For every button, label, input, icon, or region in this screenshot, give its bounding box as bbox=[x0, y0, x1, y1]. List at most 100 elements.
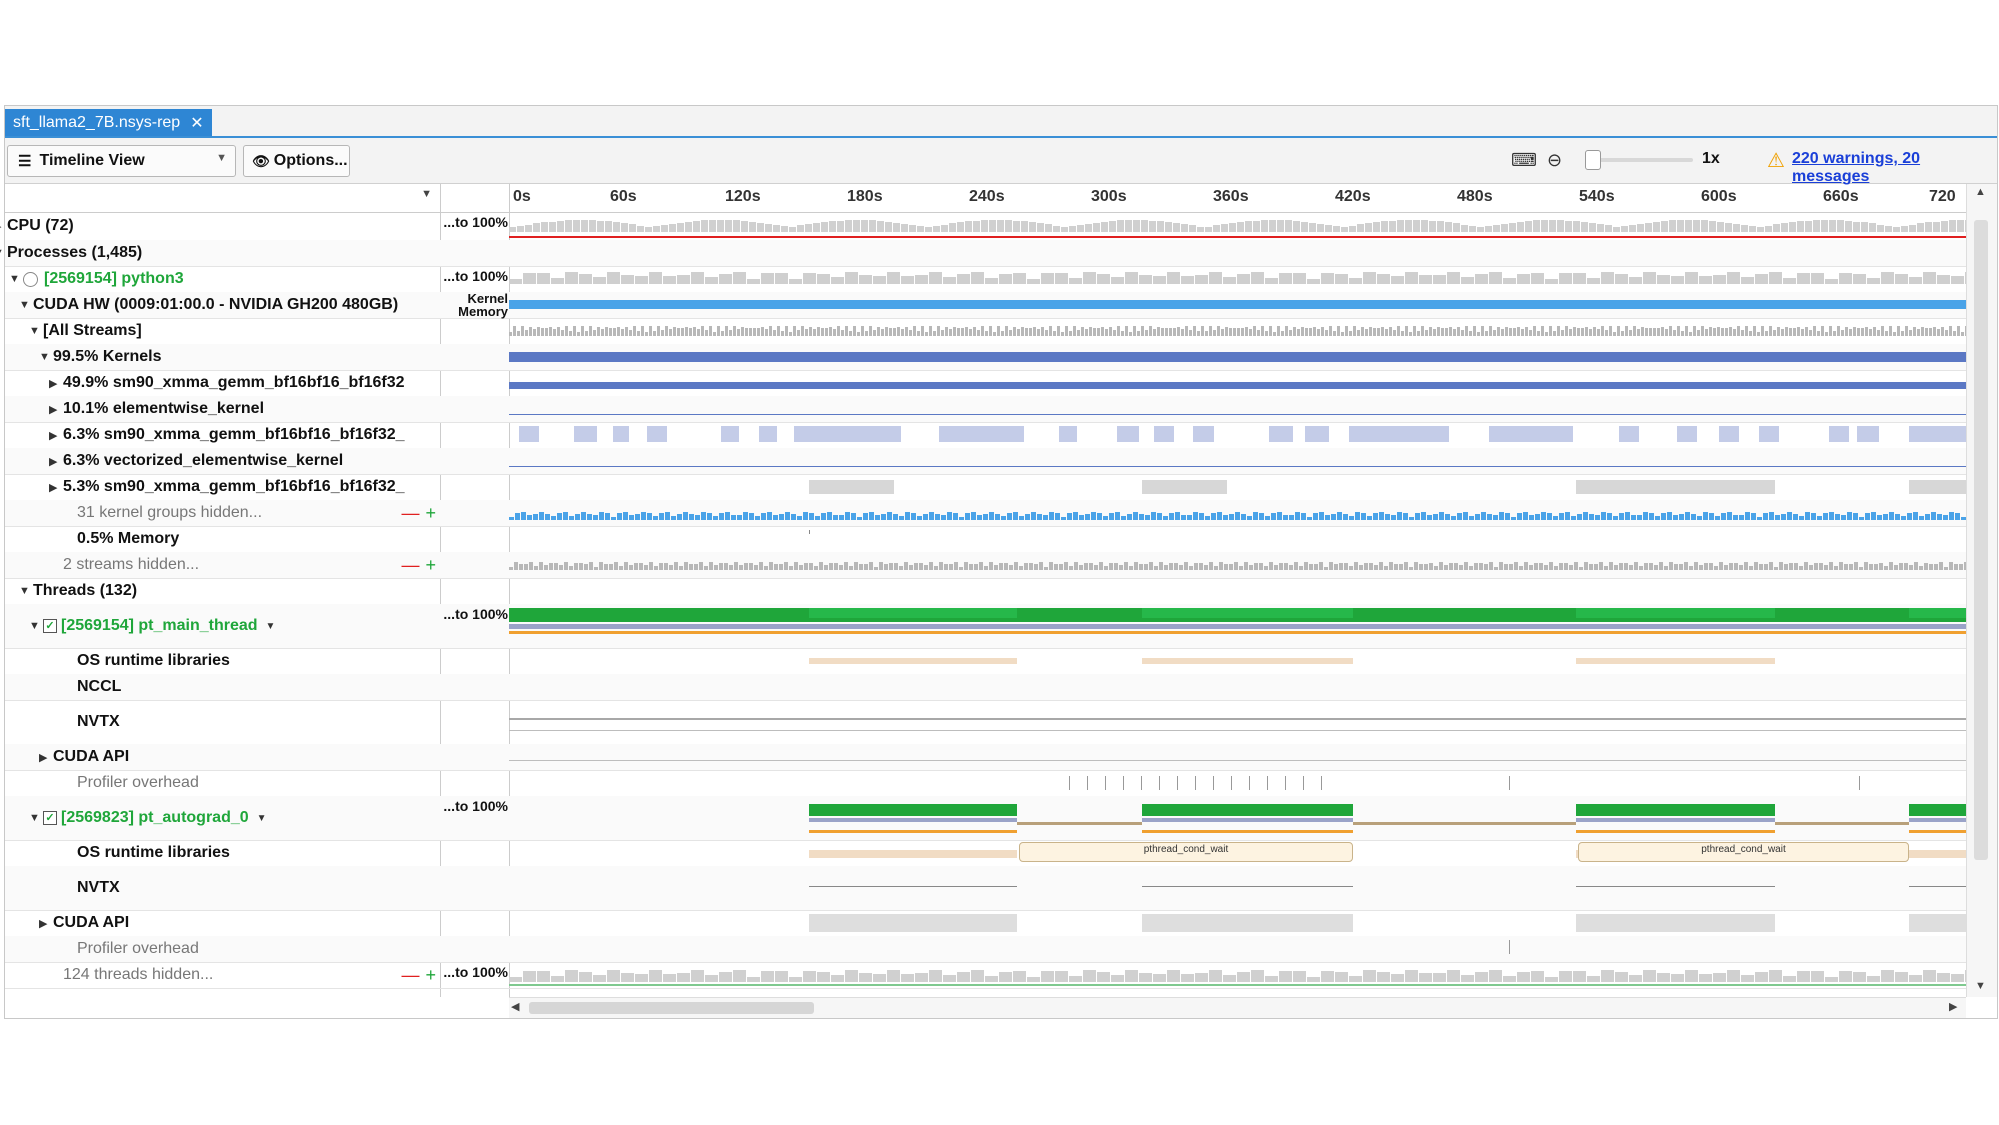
timeline-row[interactable]: NVTX bbox=[5, 866, 1966, 911]
scroll-down-icon[interactable]: ▼ bbox=[1975, 980, 1986, 992]
row-track[interactable]: pthread_cond_wait pthread_cond_wait bbox=[509, 840, 1966, 866]
chevron-down-icon[interactable]: ▼ bbox=[266, 621, 276, 632]
scrollbar-thumb[interactable] bbox=[529, 1002, 814, 1014]
row-track[interactable] bbox=[509, 474, 1966, 500]
timeline-row[interactable]: ▶CPU (72)...to 100% bbox=[0, 212, 1966, 241]
expand-icon[interactable]: ▶ bbox=[49, 474, 57, 500]
pthread-cond-wait-range[interactable]: pthread_cond_wait bbox=[1019, 842, 1353, 862]
chevron-down-icon[interactable]: ▼ bbox=[421, 188, 432, 200]
close-icon[interactable]: ✕ bbox=[190, 113, 203, 133]
row-track[interactable] bbox=[509, 396, 1966, 422]
timeline-row[interactable]: ▶ CUDA API bbox=[5, 744, 1966, 771]
keyboard-icon[interactable]: ⌨ bbox=[1511, 150, 1537, 171]
horizontal-scrollbar[interactable]: ◀ ▶ bbox=[509, 997, 1966, 1018]
row-track[interactable] bbox=[509, 266, 1966, 292]
row-track[interactable] bbox=[509, 344, 1966, 370]
row-track[interactable] bbox=[509, 500, 1966, 526]
timeline-row[interactable]: Profiler overhead bbox=[5, 936, 1966, 963]
collapse-icon[interactable]: ▼ bbox=[19, 578, 30, 604]
tab-report[interactable]: sft_llama2_7B.nsys-rep ✕ bbox=[5, 109, 212, 136]
expand-icon[interactable]: ▶ bbox=[39, 910, 47, 936]
zoom-slider[interactable] bbox=[1585, 150, 1693, 170]
collapse-icon[interactable]: ▼ bbox=[29, 796, 40, 840]
collapse-icon[interactable]: ▼ bbox=[19, 292, 30, 318]
row-track[interactable] bbox=[509, 318, 1966, 344]
scroll-up-icon[interactable]: ▲ bbox=[1975, 186, 1986, 198]
timeline-row[interactable]: OS runtime libraries pthread_cond_wait pth… bbox=[5, 840, 1966, 867]
timeline-row[interactable]: ▶ 49.9% sm90_xmma_gemm_bf16bf16_bf16f32 bbox=[5, 370, 1966, 397]
tab-title[interactable]: sft_llama2_7B.nsys-rep bbox=[13, 114, 180, 132]
expand-icon[interactable]: ▶ bbox=[49, 396, 57, 422]
timeline-row[interactable]: 2 streams hidden... — + bbox=[5, 552, 1966, 579]
collapse-group-button[interactable]: — bbox=[401, 555, 419, 576]
collapse-icon[interactable]: ▼ bbox=[29, 604, 40, 648]
zoom-slider-handle[interactable] bbox=[1585, 150, 1601, 170]
pthread-cond-wait-range[interactable]: pthread_cond_wait bbox=[1578, 842, 1909, 862]
timeline-row[interactable]: ▼ 99.5% Kernels bbox=[5, 344, 1966, 371]
zoom-out-icon[interactable]: ⊖ bbox=[1547, 150, 1562, 171]
collapse-icon[interactable]: ▼ bbox=[0, 240, 4, 266]
row-track[interactable] bbox=[509, 448, 1966, 474]
chevron-down-icon[interactable]: ▼ bbox=[257, 813, 267, 824]
row-track[interactable] bbox=[509, 700, 1966, 744]
timeline-row[interactable]: 31 kernel groups hidden... — + bbox=[5, 500, 1966, 527]
expand-icon[interactable]: ▶ bbox=[49, 370, 57, 396]
warnings-link[interactable]: 220 warnings, 20 messages bbox=[1792, 150, 1997, 186]
row-track[interactable] bbox=[509, 292, 1966, 318]
time-axis[interactable]: 0s 60s 120s 180s 240s 300s 360s 420s 480… bbox=[509, 184, 1966, 213]
timeline-row[interactable]: NVTX bbox=[5, 700, 1966, 745]
timeline-row[interactable]: ▶ CUDA API bbox=[5, 910, 1966, 937]
timeline-row[interactable]: ▼ ✓ [2569154] pt_main_thread ▼ ...to 100% bbox=[5, 604, 1966, 649]
expand-icon[interactable]: ▶ bbox=[49, 448, 57, 474]
timeline-row[interactable]: ▼ CUDA HW (0009:01:00.0 - NVIDIA GH200 48… bbox=[5, 292, 1966, 319]
expand-icon[interactable]: ▶ bbox=[0, 212, 1, 240]
timeline-row[interactable]: Profiler overhead bbox=[5, 770, 1966, 797]
view-selector-dropdown[interactable]: ☰ Timeline View ▼ bbox=[7, 145, 236, 177]
row-track[interactable] bbox=[509, 936, 1966, 962]
timeline-row[interactable]: NCCL bbox=[5, 674, 1966, 701]
timeline-row[interactable]: 0.5% Memory bbox=[5, 526, 1966, 553]
options-button[interactable]: 👁 Options... bbox=[243, 145, 350, 177]
scroll-left-icon[interactable]: ◀ bbox=[511, 1000, 519, 1013]
timeline-row[interactable]: ▶ 10.1% elementwise_kernel bbox=[5, 396, 1966, 423]
timeline-row[interactable]: ▶ 6.3% sm90_xmma_gemm_bf16bf16_bf16f32_ bbox=[5, 422, 1966, 449]
row-track[interactable] bbox=[509, 648, 1966, 674]
row-track[interactable] bbox=[509, 240, 1966, 266]
expand-group-button[interactable]: + bbox=[425, 965, 436, 986]
row-track[interactable] bbox=[509, 910, 1966, 936]
timeline-row[interactable]: OS runtime libraries bbox=[5, 648, 1966, 675]
collapse-icon[interactable]: ▼ bbox=[9, 266, 20, 292]
timeline-row[interactable]: ▼ Threads (132) bbox=[5, 578, 1966, 605]
timeline-row[interactable]: ▼ ✓ [2569823] pt_autograd_0 ▼ ...to 100% bbox=[5, 796, 1966, 841]
timeline-row[interactable]: ▼ [2569154] python3 ...to 100% bbox=[5, 266, 1966, 293]
collapse-icon[interactable]: ▼ bbox=[39, 344, 50, 370]
collapse-group-button[interactable]: — bbox=[401, 503, 419, 524]
scrollbar-thumb[interactable] bbox=[1974, 220, 1988, 860]
timeline-row[interactable]: ▶ 5.3% sm90_xmma_gemm_bf16bf16_bf16f32_ bbox=[5, 474, 1966, 501]
row-track[interactable] bbox=[509, 962, 1966, 988]
row-track[interactable] bbox=[509, 604, 1966, 648]
row-track[interactable] bbox=[509, 770, 1966, 796]
row-track[interactable] bbox=[509, 422, 1966, 448]
expand-icon[interactable]: ▶ bbox=[39, 744, 47, 770]
row-track[interactable] bbox=[509, 552, 1966, 578]
row-track[interactable] bbox=[509, 212, 1966, 240]
row-track[interactable] bbox=[509, 744, 1966, 770]
collapse-group-button[interactable]: — bbox=[401, 965, 419, 986]
thread-checkbox[interactable]: ✓ bbox=[43, 619, 57, 633]
row-track[interactable] bbox=[509, 370, 1966, 396]
scroll-right-icon[interactable]: ▶ bbox=[1949, 1000, 1957, 1013]
timeline-row[interactable]: ▼ [All Streams] bbox=[5, 318, 1966, 345]
row-track[interactable] bbox=[509, 526, 1966, 552]
vertical-scrollbar[interactable]: ▲ ▼ bbox=[1966, 184, 1997, 997]
timeline-row[interactable]: ▼Processes (1,485) bbox=[0, 240, 1966, 267]
row-track[interactable] bbox=[509, 796, 1966, 840]
expand-icon[interactable]: ▶ bbox=[49, 422, 57, 448]
timeline-row[interactable]: ▶ 6.3% vectorized_elementwise_kernel bbox=[5, 448, 1966, 475]
expand-group-button[interactable]: + bbox=[425, 555, 436, 576]
row-track[interactable] bbox=[509, 866, 1966, 910]
expand-group-button[interactable]: + bbox=[425, 503, 436, 524]
thread-checkbox[interactable]: ✓ bbox=[43, 811, 57, 825]
row-track[interactable] bbox=[509, 674, 1966, 700]
row-track[interactable] bbox=[509, 578, 1966, 604]
